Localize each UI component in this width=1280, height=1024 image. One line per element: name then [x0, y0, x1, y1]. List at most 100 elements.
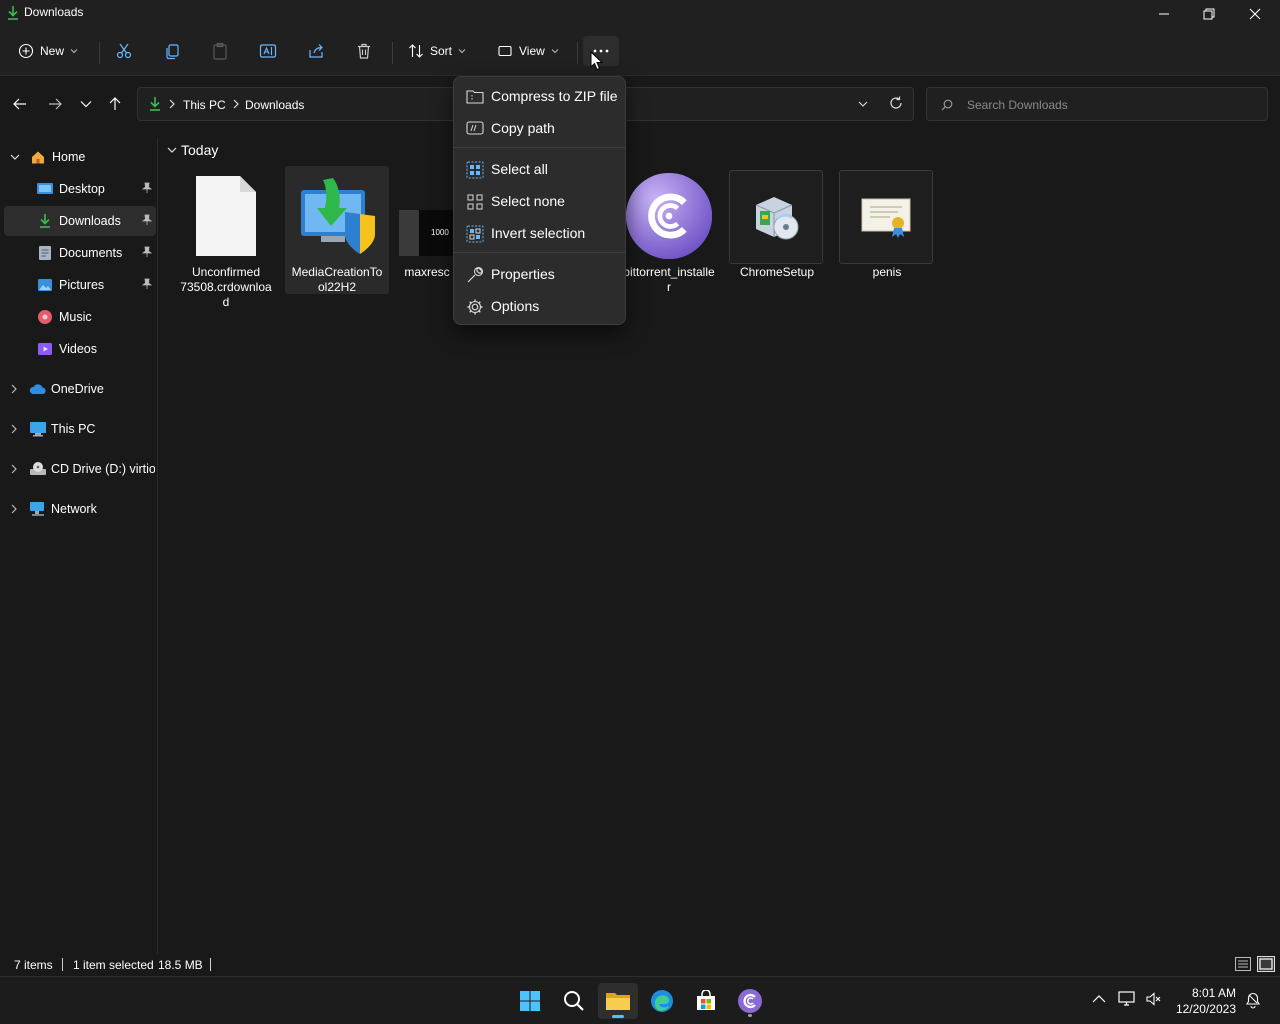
sidebar-item-downloads[interactable]: Downloads [4, 206, 156, 236]
menu-item-options[interactable]: Options [458, 290, 623, 320]
bittorrent-icon [625, 170, 713, 262]
chevron-down-icon [70, 49, 78, 54]
taskbar-clock[interactable]: 8:01 AM 12/20/2023 [1176, 985, 1236, 1017]
taskbar-search-button[interactable] [554, 983, 594, 1019]
taskbar-file-explorer[interactable] [598, 983, 638, 1019]
file-name: ChromeSetup [739, 265, 815, 279]
chevron-right-icon [169, 99, 175, 109]
copy-button[interactable] [163, 36, 185, 66]
forward-button[interactable] [43, 92, 67, 116]
sidebar-item-home[interactable]: Home [24, 142, 156, 172]
expand-chevron-icon[interactable] [11, 504, 17, 514]
expand-chevron-icon[interactable] [11, 424, 17, 434]
item-count: 7 items [14, 958, 53, 972]
taskbar-bittorrent[interactable] [730, 983, 770, 1019]
large-icons-view-button[interactable] [1257, 956, 1275, 972]
sidebar-item-onedrive[interactable]: OneDrive [24, 374, 156, 404]
network-status-icon[interactable] [1118, 991, 1136, 1007]
delete-button[interactable] [355, 36, 377, 66]
sidebar-item-label: Pictures [59, 278, 105, 292]
sidebar-item-label: CD Drive (D:) virtio-w [51, 462, 155, 476]
mouse-cursor-icon [590, 51, 603, 71]
taskbar-store[interactable] [686, 983, 726, 1019]
pictures-icon [37, 277, 53, 293]
restore-button[interactable] [1186, 0, 1232, 28]
file-item-unconfirmed[interactable]: Unconfirmed 73508.crdownloa d [174, 168, 278, 309]
file-item-penis[interactable]: penis [835, 168, 939, 296]
sidebar-item-network[interactable]: Network [24, 494, 156, 524]
cd-drive-icon [29, 461, 47, 477]
chevron-down-icon [80, 101, 92, 108]
menu-item-compress-zip[interactable]: Compress to ZIP file [458, 80, 623, 110]
cut-button[interactable] [115, 36, 137, 66]
menu-item-select-all[interactable]: Select all [458, 153, 623, 183]
file-item-chromesetup[interactable]: ChromeSetup [725, 168, 829, 296]
sidebar-item-label: Music [59, 310, 92, 324]
recent-locations-button[interactable] [74, 92, 98, 116]
minimize-button[interactable] [1141, 0, 1187, 28]
active-indicator [612, 1015, 624, 1018]
menu-item-invert-selection[interactable]: Invert selection [458, 217, 623, 247]
certificate-icon [839, 170, 933, 264]
menu-item-properties[interactable]: Properties [458, 258, 623, 288]
sidebar-item-label: Network [51, 502, 97, 516]
home-icon [30, 149, 46, 165]
search-box[interactable]: Search Downloads [926, 87, 1268, 121]
sidebar-item-videos[interactable]: Videos [4, 334, 156, 364]
share-button[interactable] [307, 36, 329, 66]
start-button[interactable] [510, 983, 550, 1019]
sidebar-item-cd-drive[interactable]: CD Drive (D:) virtio-w [24, 454, 156, 484]
menu-item-copy-path[interactable]: Copy path [458, 112, 623, 142]
breadcrumb-downloads[interactable]: Downloads [245, 98, 304, 112]
volume-muted-icon[interactable] [1145, 991, 1161, 1007]
sidebar-item-this-pc[interactable]: This PC [24, 414, 156, 444]
file-item-mediacreationtool[interactable]: MediaCreationTo ol22H2 [285, 166, 389, 294]
paste-button[interactable] [211, 36, 233, 66]
copy-icon [166, 44, 179, 60]
notifications-icon[interactable] [1245, 991, 1261, 1009]
expand-chevron-icon[interactable] [11, 384, 17, 394]
new-label: New [40, 44, 65, 58]
group-header-today[interactable]: Today [167, 142, 218, 158]
expand-chevron-icon[interactable] [11, 464, 17, 474]
cut-icon [116, 43, 132, 59]
restore-icon [1203, 8, 1215, 20]
breadcrumb-this-pc[interactable]: This PC [183, 98, 226, 112]
command-bar: New Sort View [0, 28, 1280, 76]
menu-item-select-none[interactable]: Select none [458, 185, 623, 215]
sidebar-item-music[interactable]: Music [4, 302, 156, 332]
invert-selection-icon [466, 225, 484, 243]
clock-date: 12/20/2023 [1175, 1002, 1236, 1016]
window-title: Downloads [24, 5, 84, 19]
store-icon [697, 990, 715, 1010]
sidebar-item-desktop[interactable]: Desktop [4, 174, 156, 204]
new-button[interactable]: New [18, 36, 88, 66]
details-view-icon [1235, 957, 1251, 971]
show-hidden-icons-button[interactable] [1092, 995, 1106, 1003]
up-button[interactable] [103, 92, 127, 116]
address-history-dropdown[interactable] [858, 100, 868, 108]
sidebar-item-documents[interactable]: Documents [4, 238, 156, 268]
rename-button[interactable] [259, 36, 281, 66]
view-label: View [519, 44, 545, 58]
onedrive-icon [29, 383, 47, 395]
taskbar-edge[interactable] [642, 983, 682, 1019]
blank-file-icon [182, 170, 270, 262]
gear-icon [466, 298, 484, 316]
file-explorer-icon [606, 993, 630, 1010]
details-view-button[interactable] [1235, 957, 1251, 971]
sidebar-item-pictures[interactable]: Pictures [4, 270, 156, 300]
collapse-chevron-icon[interactable] [10, 153, 20, 161]
search-placeholder: Search Downloads [967, 98, 1068, 112]
sort-button[interactable]: Sort [408, 36, 472, 66]
properties-icon [466, 266, 484, 284]
view-button[interactable]: View [497, 36, 563, 66]
toolbar-divider [99, 42, 100, 64]
refresh-button[interactable] [889, 96, 903, 110]
file-item-bittorrent-installer[interactable]: bittorrent_installe r [617, 168, 721, 296]
search-icon [941, 99, 953, 111]
back-button[interactable] [8, 92, 32, 116]
selection-count: 1 item selected [73, 958, 154, 972]
close-button[interactable] [1232, 0, 1278, 28]
downloads-icon [6, 5, 20, 21]
